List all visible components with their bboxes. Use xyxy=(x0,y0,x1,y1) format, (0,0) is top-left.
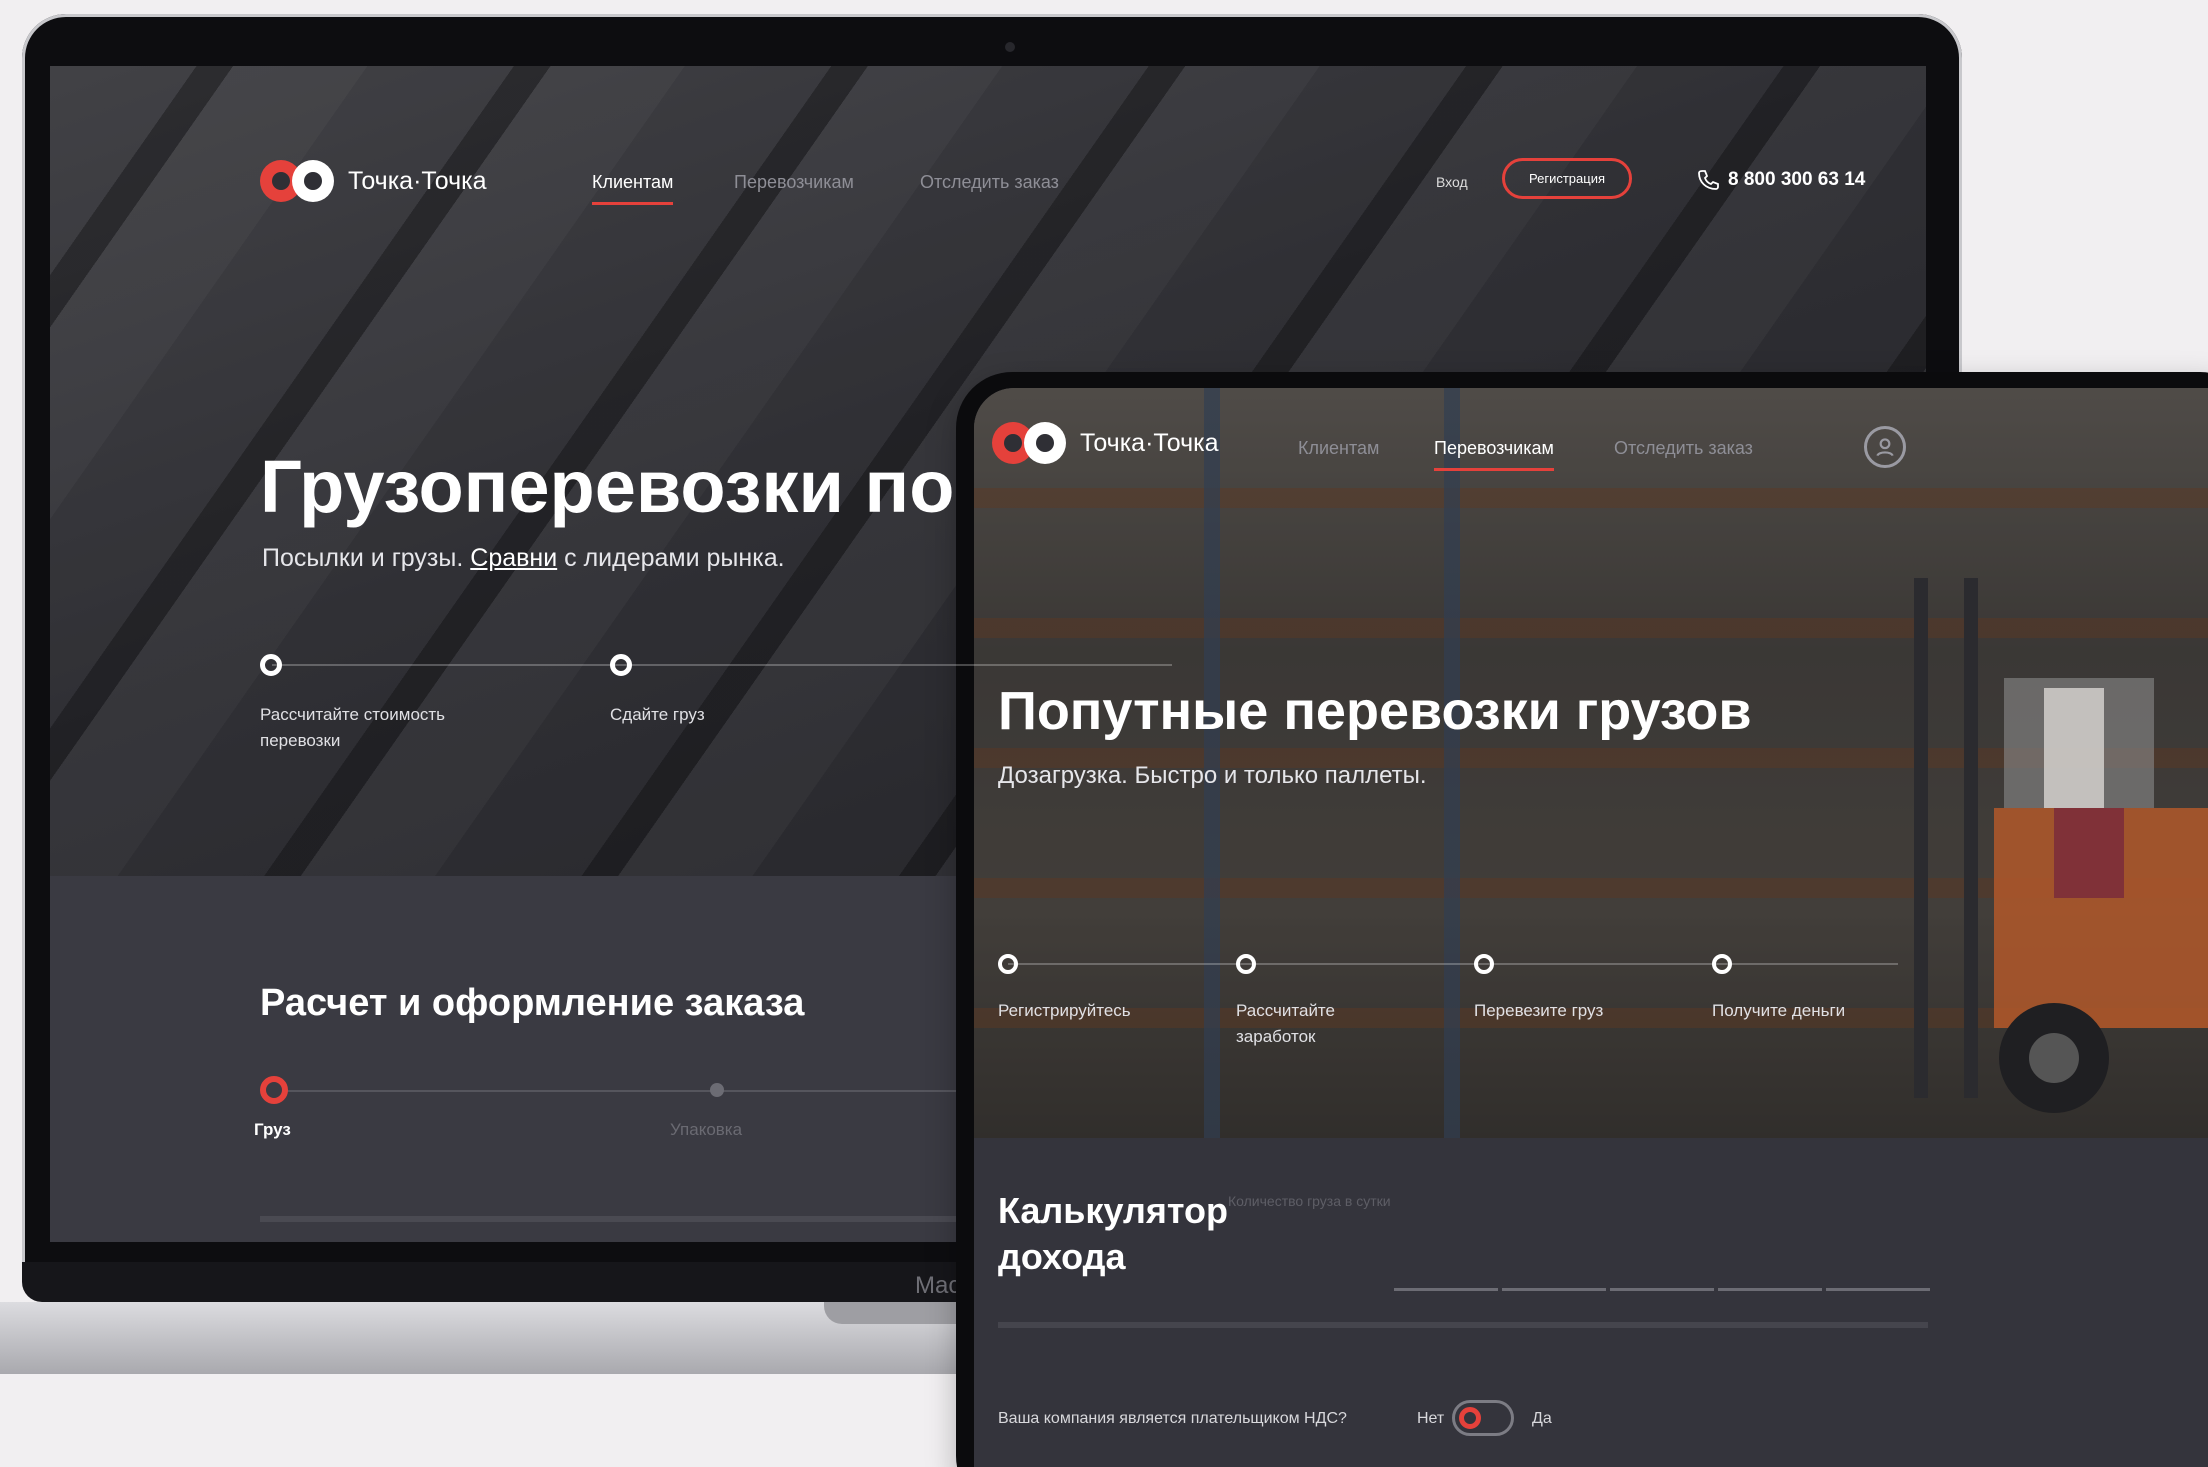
hero-subtitle: Посылки и грузы. Сравни с лидерами рынка… xyxy=(262,544,785,573)
logo-icon xyxy=(992,422,1066,464)
step-label: Регистрируйтесь xyxy=(998,1001,1131,1020)
tablet-hero-subtitle: Дозагрузка. Быстро и только паллеты. xyxy=(998,762,1427,789)
tablet-screen: Точка·Точка Клиентам Перевозчикам Отслед… xyxy=(974,388,2208,1467)
step-dot xyxy=(998,954,1018,974)
vat-yes-label: Да xyxy=(1532,1410,1552,1427)
phone-number[interactable]: 8 800 300 63 14 xyxy=(1696,168,1865,192)
calculator-divider xyxy=(998,1322,1928,1328)
order-title: Расчет и оформление заказа xyxy=(260,982,805,1024)
camera xyxy=(1005,42,1015,52)
register-button[interactable]: Регистрация xyxy=(1502,158,1632,199)
brand-name: Точка·Точка xyxy=(348,166,487,195)
step-label: Рассчитайте заработок xyxy=(1236,1001,1335,1046)
profile-button[interactable] xyxy=(1864,426,1906,468)
order-step-cargo[interactable]: Груз xyxy=(254,1120,291,1140)
vat-no-label: Нет xyxy=(1417,1410,1445,1427)
tablet-frame: Точка·Точка Клиентам Перевозчикам Отслед… xyxy=(956,372,2208,1467)
order-step-packaging[interactable]: Упаковка xyxy=(670,1120,742,1140)
income-calculator: Калькулятор дохода Количество груза в су… xyxy=(974,1138,2208,1467)
step-dot xyxy=(610,654,632,676)
compare-link[interactable]: Сравни xyxy=(470,544,557,572)
step-dot xyxy=(1474,954,1494,974)
calculator-hint: Количество груза в сутки xyxy=(1228,1193,1391,1209)
phone-text: 8 800 300 63 14 xyxy=(1728,169,1866,190)
nav-track-order[interactable]: Отследить заказ xyxy=(1614,438,1753,459)
calc-input-2[interactable] xyxy=(1502,1288,1606,1291)
calc-input-4[interactable] xyxy=(1718,1288,1822,1291)
steps-line xyxy=(1008,963,1898,965)
hero-title: Грузоперевозки по xyxy=(260,445,955,528)
step-dot xyxy=(1236,954,1256,974)
step-label: Перевезите груз xyxy=(1474,1001,1604,1020)
laptop-logo[interactable]: Точка·Точка xyxy=(260,160,487,202)
login-link[interactable]: Вход xyxy=(1436,174,1468,190)
vat-question: Ваша компания является плательщиком НДС? xyxy=(998,1410,1347,1427)
forklift-image xyxy=(1914,578,2208,1113)
step-dot xyxy=(1712,954,1732,974)
nav-track-order[interactable]: Отследить заказ xyxy=(920,172,1059,193)
order-step-active-dot[interactable] xyxy=(260,1076,288,1104)
nav-carriers[interactable]: Перевозчикам xyxy=(1434,438,1554,471)
toggle-knob xyxy=(1459,1407,1481,1429)
hero-sub-text-end: с лидерами рынка. xyxy=(557,544,785,572)
order-step-dot[interactable] xyxy=(710,1083,724,1097)
nav-clients[interactable]: Клиентам xyxy=(592,172,674,205)
step-dot xyxy=(260,654,282,676)
phone-icon xyxy=(1698,170,1719,190)
tablet-hero-title: Попутные перевозки грузов xyxy=(998,681,1752,741)
brand-name: Точка·Точка xyxy=(1080,428,1219,457)
vat-toggle[interactable] xyxy=(1452,1400,1514,1436)
tablet-logo[interactable]: Точка·Точка xyxy=(992,422,1219,464)
profile-icon xyxy=(1876,438,1894,457)
step-label: Сдайте груз xyxy=(610,705,705,724)
laptop-navbar: Точка·Точка Клиентам Перевозчикам Отслед… xyxy=(50,66,1926,226)
calc-input-1[interactable] xyxy=(1394,1288,1498,1291)
laptop-model-label: Mac xyxy=(915,1272,961,1299)
step-label: Рассчитайте стоимость перевозки xyxy=(260,705,446,750)
nav-carriers[interactable]: Перевозчикам xyxy=(734,172,854,193)
hero-sub-text: Посылки и грузы. xyxy=(262,544,471,572)
nav-clients[interactable]: Клиентам xyxy=(1298,438,1379,459)
steps-line xyxy=(272,664,1172,666)
step-label: Получите деньги xyxy=(1712,1001,1846,1020)
logo-icon xyxy=(260,160,334,202)
calc-input-3[interactable] xyxy=(1610,1288,1714,1291)
calc-input-5[interactable] xyxy=(1826,1288,1930,1291)
